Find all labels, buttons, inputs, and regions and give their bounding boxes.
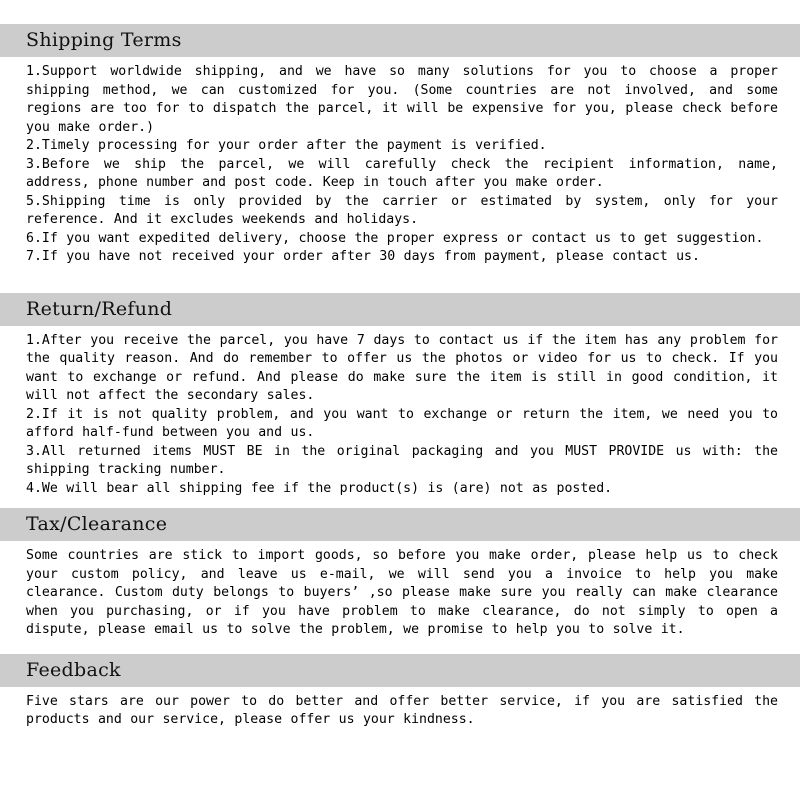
list-item: 1.After you receive the parcel, you have… xyxy=(26,332,787,404)
list-item: 4.We will bear all shipping fee if the p… xyxy=(26,480,613,496)
section-body-feedback: Five stars are our power to do better an… xyxy=(0,687,800,730)
section-body-tax-clearance: Some countries are stick to import goods… xyxy=(0,541,800,640)
list-item: 6.If you want expedited delivery, choose… xyxy=(26,230,764,246)
section-heading-shipping-terms: Shipping Terms xyxy=(0,24,800,57)
section-return-refund: Return/Refund 1.After you receive the pa… xyxy=(0,292,800,499)
policy-document-page: Shipping Terms 1.Support worldwide shipp… xyxy=(0,0,800,800)
list-item: 3.Before we ship the parcel, we will car… xyxy=(26,156,787,191)
section-heading-return-refund: Return/Refund xyxy=(0,292,800,326)
paragraph: Some countries are stick to import goods… xyxy=(26,548,787,637)
section-feedback: Feedback Five stars are our power to do … xyxy=(0,653,800,730)
section-heading-feedback: Feedback xyxy=(0,653,800,687)
section-tax-clearance: Tax/Clearance Some countries are stick t… xyxy=(0,508,800,640)
list-item: 2.Timely processing for your order after… xyxy=(26,138,547,153)
section-shipping-terms: Shipping Terms 1.Support worldwide shipp… xyxy=(0,24,800,267)
list-item: 1.Support worldwide shipping, and we hav… xyxy=(26,64,787,135)
section-body-shipping-terms: 1.Support worldwide shipping, and we hav… xyxy=(0,57,800,267)
section-body-return-refund: 1.After you receive the parcel, you have… xyxy=(0,326,800,499)
list-item: 5.Shipping time is only provided by the … xyxy=(26,193,787,228)
paragraph: Five stars are our power to do better an… xyxy=(26,693,787,728)
section-heading-tax-clearance: Tax/Clearance xyxy=(0,508,800,541)
list-item: 2.If it is not quality problem, and you … xyxy=(26,406,787,441)
top-spacer xyxy=(0,0,800,24)
list-item: 3.All returned items MUST BE in the orig… xyxy=(26,443,787,478)
list-item: 7.If you have not received your order af… xyxy=(26,249,700,264)
